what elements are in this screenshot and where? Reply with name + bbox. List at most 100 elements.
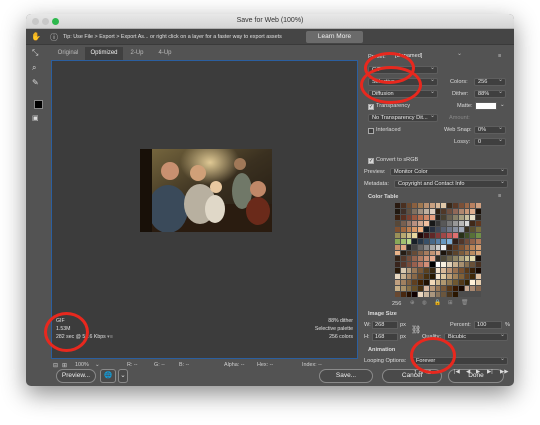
color-table-swatch[interactable]: [453, 208, 458, 214]
map-to-transparent-icon[interactable]: ⊕: [410, 300, 415, 306]
color-table-swatch[interactable]: [418, 274, 423, 280]
color-table-swatch[interactable]: [476, 286, 481, 292]
color-table-swatch[interactable]: [406, 226, 412, 232]
color-table-swatch[interactable]: [412, 292, 418, 297]
color-table-swatch[interactable]: [441, 244, 447, 250]
color-table-swatch[interactable]: [447, 208, 452, 214]
color-table-swatch[interactable]: [429, 232, 435, 238]
color-table-swatch[interactable]: [447, 256, 452, 262]
color-table-swatch[interactable]: [412, 250, 418, 256]
tab-original[interactable]: Original: [51, 47, 85, 60]
color-table-swatch[interactable]: [458, 226, 464, 232]
color-table-swatch[interactable]: [441, 286, 447, 292]
color-table-swatch[interactable]: [447, 244, 452, 250]
color-table-swatch[interactable]: [458, 214, 464, 220]
color-table-swatch[interactable]: [464, 232, 470, 238]
color-table-swatch[interactable]: [412, 262, 418, 268]
color-table-swatch[interactable]: [470, 208, 476, 214]
color-table-swatch[interactable]: [447, 250, 452, 256]
color-table-swatch[interactable]: [400, 244, 406, 250]
color-table-swatch[interactable]: [453, 214, 458, 220]
add-color-icon[interactable]: ⊞: [448, 300, 453, 306]
color-table-swatch[interactable]: [395, 214, 400, 220]
slice-select-tool-icon[interactable]: ⤡: [32, 48, 38, 58]
color-table-swatch[interactable]: [453, 292, 458, 297]
color-table-swatch[interactable]: [395, 244, 400, 250]
color-table-swatch[interactable]: [441, 226, 447, 232]
color-table-swatch[interactable]: [447, 280, 452, 286]
color-table-swatch[interactable]: [424, 244, 429, 250]
eyedropper-tool-icon[interactable]: ✎: [32, 78, 39, 87]
color-table-swatch[interactable]: [424, 286, 429, 292]
color-table-swatch[interactable]: [441, 232, 447, 238]
color-table-swatch[interactable]: [453, 256, 458, 262]
color-table-swatch[interactable]: [447, 274, 452, 280]
toggle-slices-icon[interactable]: ▣: [32, 114, 39, 122]
color-table-swatch[interactable]: [418, 226, 423, 232]
color-table-swatch[interactable]: [435, 203, 441, 208]
color-table-swatch[interactable]: [429, 280, 435, 286]
next-frame-icon[interactable]: ▶|: [487, 369, 493, 375]
color-table-swatch[interactable]: [429, 208, 435, 214]
color-table-swatch[interactable]: [412, 203, 418, 208]
color-table-swatch[interactable]: [470, 203, 476, 208]
color-table-swatch[interactable]: [458, 262, 464, 268]
color-table-swatch[interactable]: [435, 208, 441, 214]
color-table-swatch[interactable]: [458, 244, 464, 250]
color-table-swatch[interactable]: [406, 214, 412, 220]
color-table-swatch[interactable]: [400, 220, 406, 226]
color-table-swatch[interactable]: [412, 220, 418, 226]
colors-select[interactable]: 256: [474, 78, 506, 86]
color-table-swatch[interactable]: [470, 256, 476, 262]
zoom-dropdown-icon[interactable]: ⌄: [95, 362, 100, 368]
color-table-swatch[interactable]: [429, 256, 435, 262]
width-input[interactable]: 268: [372, 321, 398, 329]
color-table-swatch[interactable]: [464, 256, 470, 262]
color-table-swatch[interactable]: [429, 214, 435, 220]
color-table-swatch[interactable]: [435, 226, 441, 232]
color-table-swatch[interactable]: [395, 238, 400, 244]
lossy-select[interactable]: 0: [474, 138, 506, 146]
color-table-swatch[interactable]: [435, 238, 441, 244]
color-table-swatch[interactable]: [424, 208, 429, 214]
color-table-swatch[interactable]: [406, 208, 412, 214]
color-table-swatch[interactable]: [406, 220, 412, 226]
color-table-swatch[interactable]: [441, 214, 447, 220]
delete-color-icon[interactable]: 🗑: [461, 300, 468, 306]
color-table-swatch[interactable]: [424, 262, 429, 268]
color-table-swatch[interactable]: [476, 232, 481, 238]
color-table-swatch[interactable]: [453, 274, 458, 280]
color-table-swatch[interactable]: [395, 274, 400, 280]
color-table-swatch[interactable]: [429, 220, 435, 226]
color-table-swatch[interactable]: [458, 208, 464, 214]
color-table-swatch[interactable]: [406, 274, 412, 280]
color-table-swatch[interactable]: [464, 226, 470, 232]
color-table-swatch[interactable]: [453, 203, 458, 208]
color-table-swatch[interactable]: [406, 256, 412, 262]
color-table-swatch[interactable]: [441, 274, 447, 280]
color-table-grid[interactable]: [395, 203, 481, 297]
zoom-tool-icon[interactable]: ⌕: [32, 63, 36, 73]
color-table-swatch[interactable]: [447, 286, 452, 292]
color-table-swatch[interactable]: [447, 214, 452, 220]
color-table-swatch[interactable]: [412, 280, 418, 286]
color-table-swatch[interactable]: [400, 203, 406, 208]
color-table-swatch[interactable]: [476, 226, 481, 232]
color-table-swatch[interactable]: [429, 286, 435, 292]
color-table-swatch[interactable]: [447, 292, 452, 297]
color-table-swatch[interactable]: [412, 232, 418, 238]
color-table-swatch[interactable]: [458, 232, 464, 238]
color-table-swatch[interactable]: [435, 262, 441, 268]
color-table-swatch[interactable]: [447, 220, 452, 226]
color-table-swatch[interactable]: [400, 226, 406, 232]
color-table-swatch[interactable]: [424, 256, 429, 262]
color-table-swatch[interactable]: [400, 274, 406, 280]
color-table-swatch[interactable]: [418, 244, 423, 250]
color-table-swatch[interactable]: [395, 208, 400, 214]
color-table-swatch[interactable]: [400, 250, 406, 256]
color-table-swatch[interactable]: [458, 203, 464, 208]
preview-button[interactable]: Preview...: [56, 369, 96, 383]
color-table-swatch[interactable]: [453, 244, 458, 250]
zoom-out-icon[interactable]: ⊟: [53, 362, 58, 369]
preview-canvas[interactable]: GIF 1.53M 282 sec @ 56.6 Kbps ▾≡ 88% dit…: [51, 60, 358, 359]
